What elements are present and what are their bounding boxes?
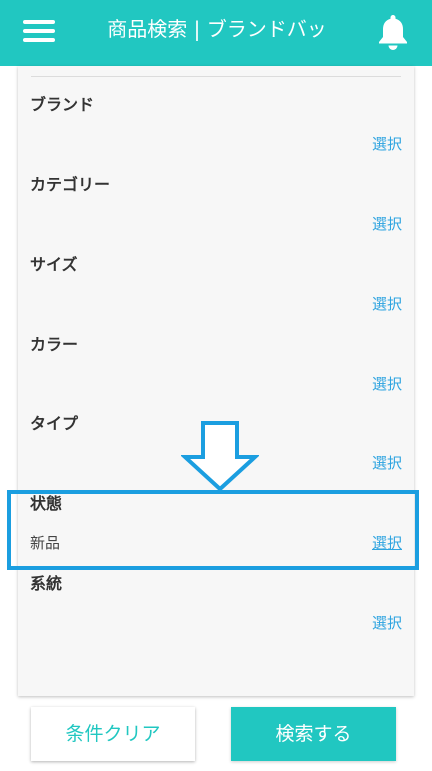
filter-label: カラー [30,335,79,354]
clear-conditions-button[interactable]: 条件クリア [31,707,195,761]
bell-icon[interactable] [377,14,409,50]
filter-panel: ブランド 選択 カテゴリー 選択 サイズ 選択 カラー 選択 タイプ 選択 状態… [18,66,414,696]
hamburger-menu-icon[interactable] [23,18,55,44]
select-link[interactable]: 選択 [372,613,402,633]
filter-label: サイズ [30,255,78,274]
page-title: 商品検索 | ブランドバッ [107,17,327,41]
search-button[interactable]: 検索する [231,707,396,761]
filter-size: サイズ 選択 [18,226,414,313]
filter-label: カテゴリー [30,175,111,194]
filter-color: カラー 選択 [18,306,414,393]
filter-brand: ブランド 選択 [18,66,414,153]
filter-label: タイプ [30,414,79,433]
down-arrow-icon [179,420,261,492]
highlight-box [7,490,419,570]
filter-label: 系統 [30,574,63,593]
filter-label: ブランド [30,95,95,114]
filter-category: カテゴリー 選択 [18,146,414,233]
app-header: 商品検索 | ブランドバッ [0,0,432,66]
